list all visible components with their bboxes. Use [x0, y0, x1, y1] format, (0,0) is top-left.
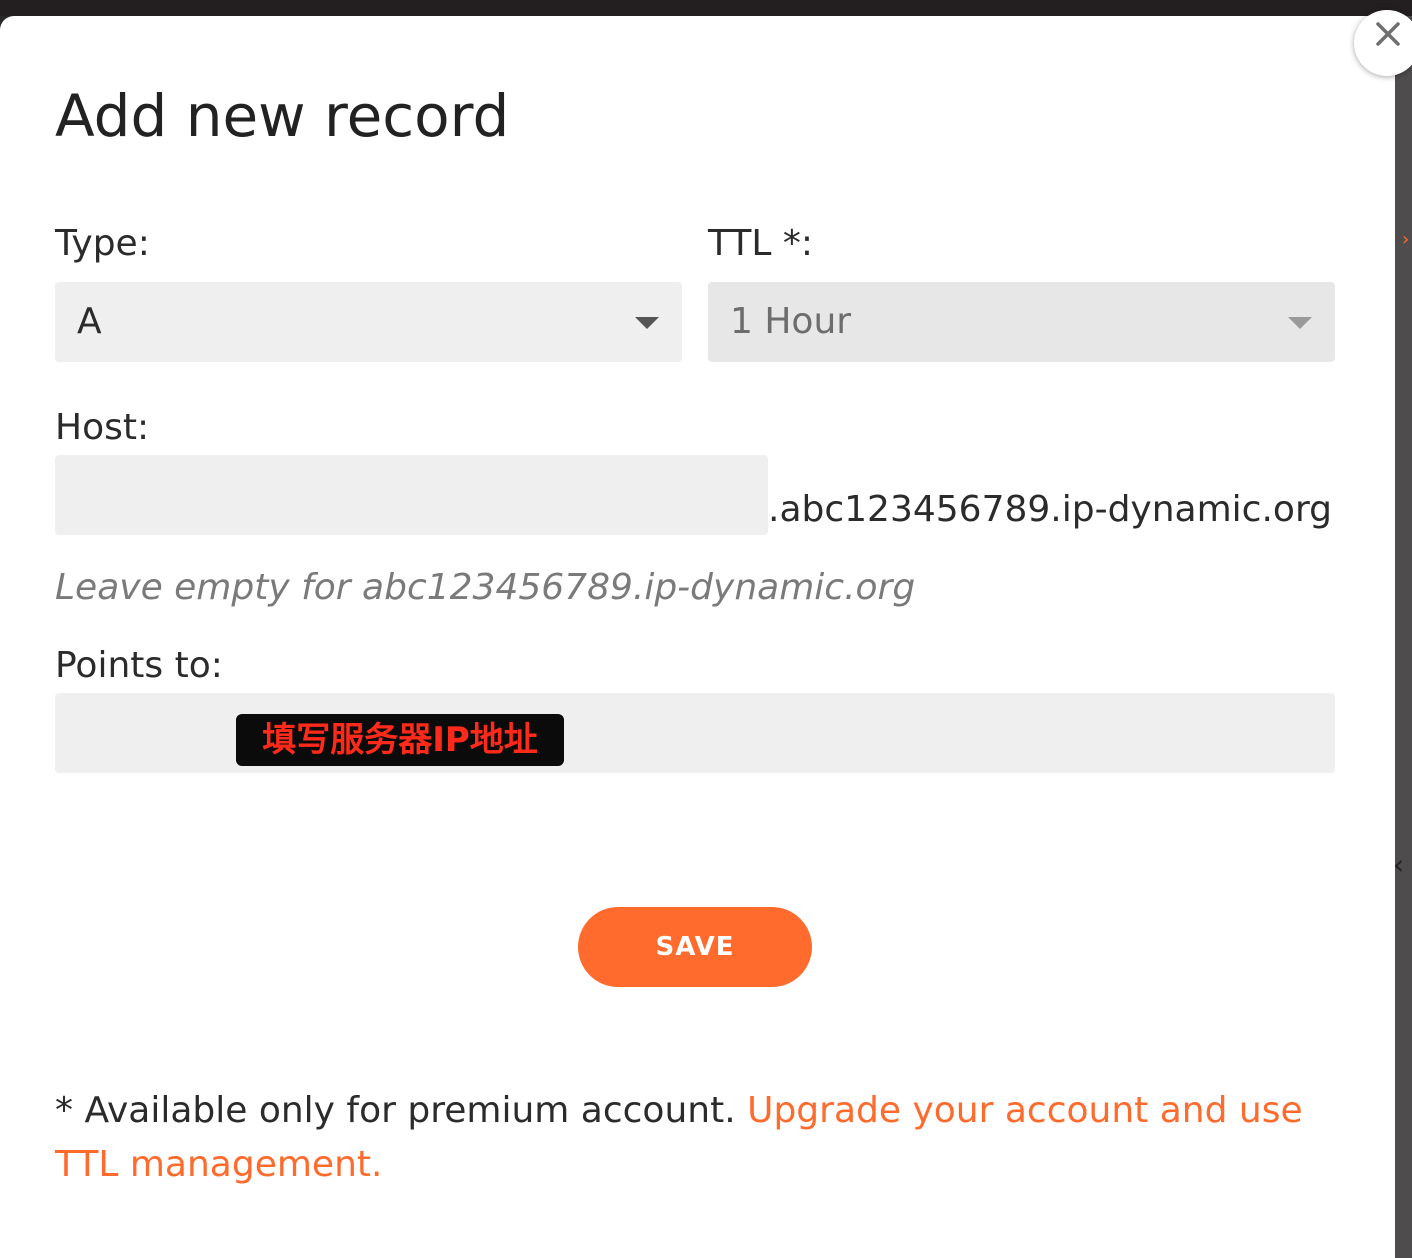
host-label: Host:	[55, 407, 150, 448]
points-to-annotation: 填写服务器IP地址	[236, 714, 564, 766]
type-select[interactable]: A	[55, 282, 682, 362]
backdrop-chevron-left-icon: ‹	[1393, 848, 1405, 881]
close-icon	[1376, 22, 1400, 46]
save-button[interactable]: SAVE	[578, 907, 812, 987]
points-to-label: Points to:	[55, 645, 223, 686]
add-record-modal: Add new record Type: A TTL *: 1 Hour Hos…	[0, 10, 1412, 1258]
host-hint: Leave empty for abc123456789.ip-dynamic.…	[55, 567, 916, 608]
host-domain-suffix: .abc123456789.ip-dynamic.org	[768, 489, 1332, 530]
premium-footnote: * Available only for premium account. Up…	[55, 1084, 1315, 1192]
ttl-select[interactable]: 1 Hour	[708, 282, 1335, 362]
type-label: Type:	[55, 223, 150, 264]
chevron-down-icon	[1288, 317, 1312, 329]
chevron-down-icon	[635, 317, 659, 329]
ttl-select-value: 1 Hour	[730, 301, 852, 342]
backdrop-top-bar	[0, 0, 1412, 16]
backdrop-accent-glyph: ›	[1402, 229, 1410, 250]
ttl-label: TTL *:	[708, 223, 813, 264]
modal-title: Add new record	[55, 82, 510, 150]
premium-footnote-text: * Available only for premium account.	[55, 1090, 748, 1131]
host-input[interactable]	[55, 455, 768, 535]
type-select-value: A	[77, 301, 102, 342]
close-button[interactable]	[1354, 10, 1412, 76]
backdrop-page-edge	[1395, 16, 1412, 1258]
